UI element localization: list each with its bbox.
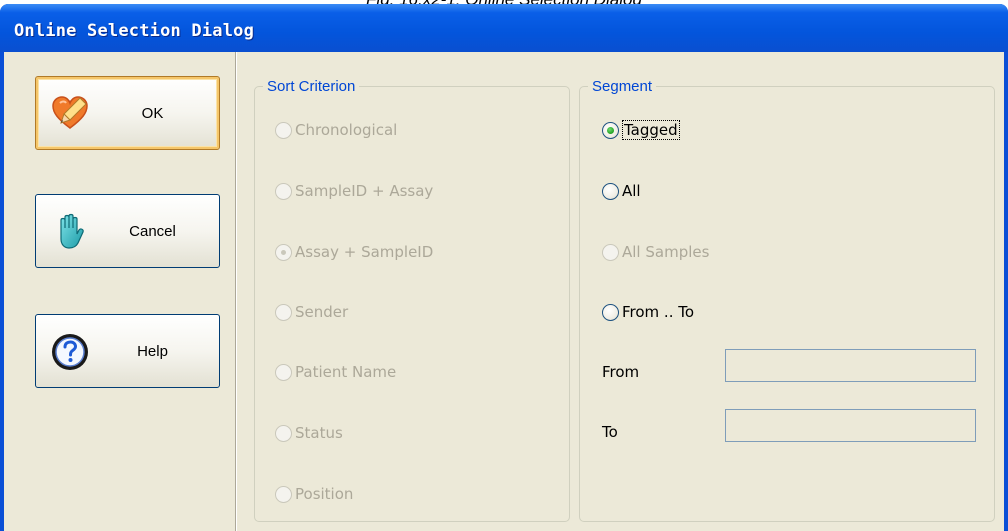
radio-circle [275,424,292,442]
segment-option-all[interactable]: All [602,181,641,201]
radio-circle [275,243,292,261]
from-input[interactable] [725,349,976,382]
radio-label: SampleID + Assay [295,182,434,200]
radio-label: All [622,182,641,200]
sort-option-position[interactable]: Position [275,484,353,504]
radio-selected-dot [607,126,614,134]
sort-option-chronological[interactable]: Chronological [275,120,397,140]
cancel-button[interactable]: Cancel [35,194,220,268]
ok-button[interactable]: OK [35,76,220,150]
vertical-separator [235,52,237,531]
radio-label: Status [295,424,343,442]
radio-circle [275,182,292,200]
dialog-client-area: OK Cancel Help Sort Criterion Chronologi… [4,52,1004,531]
segment-option-tagged[interactable]: Tagged [602,120,680,140]
radio-label: From .. To [622,303,695,321]
heart-pencil-icon [52,96,88,129]
sort-criterion-title: Sort Criterion [263,78,360,95]
radio-circle [602,303,619,321]
radio-circle [275,363,292,381]
radio-circle [275,303,292,321]
help-button[interactable]: Help [35,314,220,388]
radio-label: Assay + SampleID [295,243,434,261]
segment-group: Segment Tagged All All Samples From .. T… [579,78,995,522]
segment-title: Segment [588,78,657,95]
radio-label: Chronological [295,121,398,139]
sort-option-assay-sampleid[interactable]: Assay + SampleID [275,242,433,262]
radio-circle [602,121,619,139]
window-title: Online Selection Dialog [14,21,255,41]
radio-label: Position [295,485,354,503]
ok-button-label: OK [141,104,164,122]
to-label: To [602,423,618,441]
title-bar[interactable]: Online Selection Dialog [0,4,1008,52]
radio-circle [275,485,292,503]
radio-label: Sender [295,303,349,321]
radio-label: Tagged [622,120,680,140]
help-button-label: Help [137,342,168,360]
sort-option-sender[interactable]: Sender [275,302,348,322]
radio-label: All Samples [622,243,710,261]
hand-stop-icon [60,213,84,249]
radio-circle [602,243,619,261]
sort-criterion-group: Sort Criterion Chronological SampleID + … [254,78,570,522]
segment-option-from-to[interactable]: From .. To [602,302,694,322]
radio-label: Patient Name [295,363,397,381]
sort-option-patient-name[interactable]: Patient Name [275,362,396,382]
radio-circle [602,182,619,200]
question-mark-icon [52,334,88,370]
sort-option-status[interactable]: Status [275,423,343,443]
from-label: From [602,363,640,381]
radio-selected-dot [281,249,286,255]
segment-option-all-samples[interactable]: All Samples [602,242,709,262]
radio-circle [275,121,292,139]
to-input[interactable] [725,409,976,442]
dialog-window: Online Selection Dialog OK Cancel Help S… [0,4,1008,531]
cancel-button-label: Cancel [129,222,176,240]
sort-option-sampleid-assay[interactable]: SampleID + Assay [275,181,433,201]
